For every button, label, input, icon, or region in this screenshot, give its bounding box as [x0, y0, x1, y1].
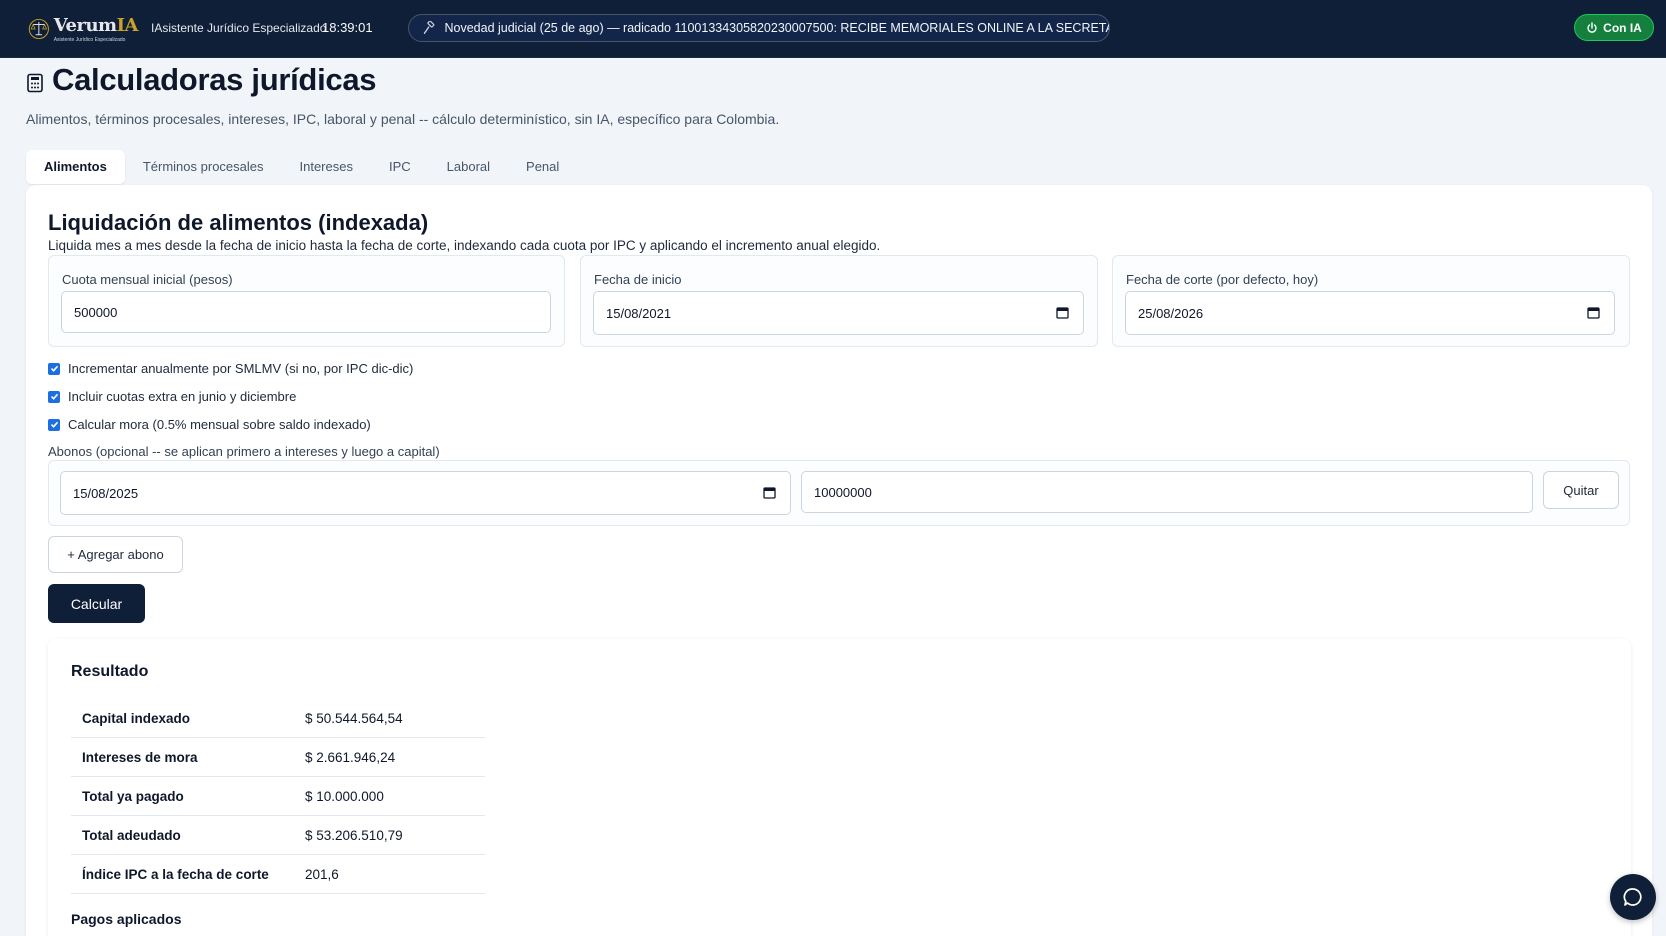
tab-laboral[interactable]: Laboral	[429, 150, 508, 184]
gavel-icon	[423, 21, 435, 34]
fecha-corte-label: Fecha de corte (por defecto, hoy)	[1126, 272, 1319, 287]
cuota-value: 500000	[74, 304, 118, 320]
scales-of-justice-icon	[28, 18, 49, 40]
tab-ipc[interactable]: IPC	[371, 150, 429, 184]
fecha-inicio-input[interactable]: 15/08/2021	[593, 291, 1084, 335]
abono-monto-input[interactable]: 10000000	[801, 471, 1533, 513]
row-label: Total ya pagado	[82, 788, 184, 804]
tab-alimentos[interactable]: Alimentos	[26, 150, 125, 184]
logo-wordmark: VerumIA	[53, 14, 139, 36]
row-label: Total adeudado	[82, 827, 181, 843]
power-icon	[1587, 21, 1597, 33]
check-label: Incrementar anualmente por SMLMV (si no,…	[68, 361, 414, 376]
row-label: Intereses de mora	[82, 749, 198, 765]
row-value: $ 53.206.510,79	[305, 827, 403, 843]
checkmark-icon	[50, 365, 58, 372]
card-title: Liquidación de alimentos (indexada)	[48, 210, 429, 235]
ai-status-button[interactable]: Con IA	[1574, 14, 1654, 41]
clock: 18:39:01	[322, 20, 373, 35]
logo-tagline: Asistente Jurídico Especializado	[53, 36, 126, 43]
tab-intereses[interactable]: Intereses	[282, 150, 371, 184]
row-value: 201,6	[305, 866, 339, 882]
checkmark-icon	[50, 421, 58, 428]
table-row: Total adeudado $ 53.206.510,79	[71, 816, 485, 855]
app-subtitle: IAsistente Jurídico Especializado	[151, 21, 327, 35]
page-title-text: Calculadoras jurídicas	[52, 62, 377, 97]
news-ticker[interactable]: Novedad judicial (25 de ago) — radicado …	[408, 14, 1110, 42]
check-calcular-mora[interactable]: Calcular mora (0.5% mensual sobre saldo …	[48, 417, 371, 432]
row-value: $ 50.544.564,54	[305, 710, 403, 726]
row-value: $ 10.000.000	[305, 788, 384, 804]
fecha-inicio-value: 15/08/2021	[606, 305, 672, 321]
chat-button[interactable]	[1610, 874, 1656, 920]
check-label: Calcular mora (0.5% mensual sobre saldo …	[68, 417, 371, 432]
calcular-button[interactable]: Calcular	[48, 584, 145, 623]
result-table: Capital indexado $ 50.544.564,54 Interes…	[71, 699, 485, 894]
fecha-corte-field-group: Fecha de corte (por defecto, hoy) 25/08/…	[1112, 255, 1630, 347]
add-abono-button[interactable]: + Agregar abono	[48, 536, 183, 573]
app-logo[interactable]: VerumIA Asistente Jurídico Especializado	[28, 6, 139, 52]
check-incremento-smlmv[interactable]: Incrementar anualmente por SMLMV (si no,…	[48, 361, 413, 376]
tab-terminos-procesales[interactable]: Términos procesales	[125, 150, 282, 184]
row-label: Capital indexado	[82, 710, 191, 726]
cuota-field-group: Cuota mensual inicial (pesos) 500000	[48, 255, 565, 347]
abonos-label: Abonos (opcional -- se aplican primero a…	[48, 444, 440, 459]
table-row: Intereses de mora $ 2.661.946,24	[71, 738, 485, 777]
abono-row: 15/08/2025 10000000 Quitar	[48, 460, 1630, 526]
calendar-icon[interactable]	[763, 486, 776, 499]
pagos-aplicados-heading: Pagos aplicados	[71, 911, 182, 927]
checkmark-icon	[50, 393, 58, 400]
check-label: Incluir cuotas extra en junio y diciembr…	[68, 389, 297, 404]
abono-fecha-input[interactable]: 15/08/2025	[60, 471, 791, 515]
page-description: Alimentos, términos procesales, interese…	[26, 111, 780, 127]
result-title: Resultado	[71, 663, 149, 680]
check-cuotas-extra[interactable]: Incluir cuotas extra en junio y diciembr…	[48, 389, 296, 404]
table-row: Capital indexado $ 50.544.564,54	[71, 699, 485, 738]
page-title: Calculadoras jurídicas	[26, 62, 377, 98]
fecha-inicio-label: Fecha de inicio	[594, 272, 682, 287]
ai-status-label: Con IA	[1603, 20, 1642, 35]
table-row: Índice IPC a la fecha de corte 201,6	[71, 855, 485, 894]
calendar-icon[interactable]	[1056, 306, 1069, 319]
news-text: Novedad judicial (25 de ago) — radicado …	[444, 21, 1109, 35]
row-value: $ 2.661.946,24	[305, 749, 396, 765]
chat-bubble-icon	[1623, 888, 1642, 906]
calculator-icon	[27, 73, 43, 93]
tab-penal[interactable]: Penal	[508, 150, 577, 184]
cuota-label: Cuota mensual inicial (pesos)	[62, 272, 233, 287]
calendar-icon[interactable]	[1587, 306, 1600, 319]
fecha-corte-input[interactable]: 25/08/2026	[1125, 291, 1615, 335]
quitar-abono-button[interactable]: Quitar	[1543, 471, 1619, 509]
checkbox-checked[interactable]	[48, 418, 60, 431]
calculator-tabs: Alimentos Términos procesales Intereses …	[26, 150, 577, 184]
checkbox-checked[interactable]	[48, 362, 60, 375]
row-label: Índice IPC a la fecha de corte	[82, 866, 269, 882]
top-bar: VerumIA Asistente Jurídico Especializado…	[0, 0, 1666, 58]
cuota-input[interactable]: 500000	[61, 291, 551, 333]
card-description: Liquida mes a mes desde la fecha de inic…	[48, 238, 881, 253]
fecha-corte-value: 25/08/2026	[1138, 305, 1204, 321]
fecha-inicio-field-group: Fecha de inicio 15/08/2021	[580, 255, 1098, 347]
table-row: Total ya pagado $ 10.000.000	[71, 777, 485, 816]
checkbox-checked[interactable]	[48, 390, 60, 403]
abono-monto-value: 10000000	[814, 484, 872, 500]
abono-fecha-value: 15/08/2025	[73, 485, 139, 501]
